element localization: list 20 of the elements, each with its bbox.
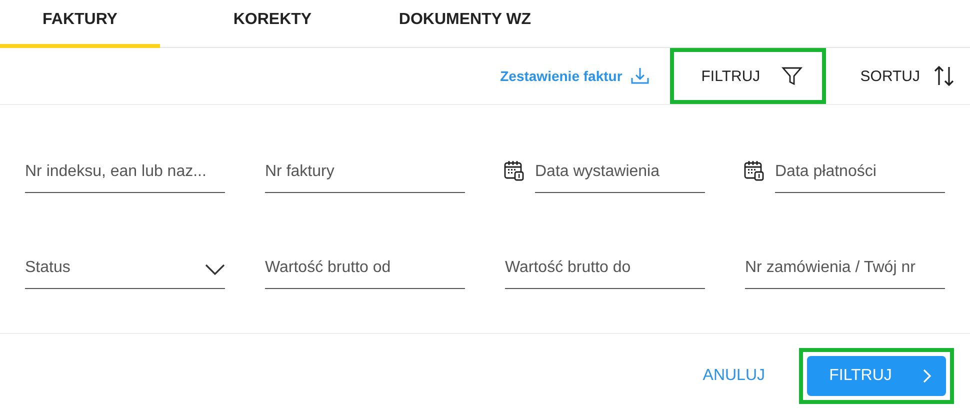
chevron-down-icon [205,263,225,275]
select-field[interactable]: Status [25,247,225,289]
sort-button[interactable]: SORTUJ [826,48,970,104]
sort-icon [932,64,956,88]
text-field[interactable]: Nr faktury [265,151,465,193]
text-field[interactable]: Nr indeksu, ean lub naz... [25,151,225,193]
tab[interactable]: DOKUMENTY WZ [385,0,545,48]
tab[interactable]: FAKTURY [0,0,160,48]
chevron-right-icon [922,369,932,383]
filter-button[interactable]: FILTRUJ [670,48,826,104]
funnel-icon [781,65,804,87]
calendar-icon [503,159,525,181]
text-field[interactable]: Nr zamówienia / Twój nr [745,247,945,289]
calendar-icon [743,159,765,181]
date-field[interactable]: Data płatności [775,151,945,193]
text-field[interactable]: Wartość brutto od [265,247,465,289]
text-field[interactable]: Wartość brutto do [505,247,705,289]
tab[interactable]: KOREKTY [160,0,385,48]
date-field[interactable]: Data wystawienia [535,151,705,193]
download-icon [630,66,650,86]
